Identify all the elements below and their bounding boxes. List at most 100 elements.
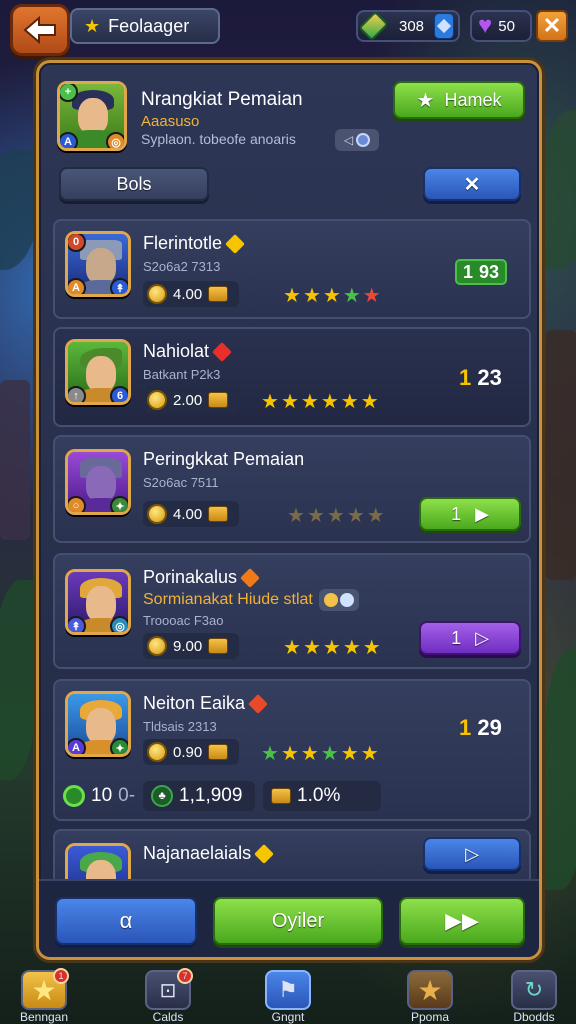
close-icon: ✕ [463,173,481,196]
rank-value: 1 29 [459,715,502,740]
stat-rate: 1.0% [263,781,382,811]
player-profile-header: + A ◎ Nrangkiat Pemaian Aaasuso Syplaon.… [53,79,533,161]
hero-name: Porinakalus [143,567,238,587]
star-rating: ★ ★ ★ ★ ★ ★ [261,743,379,765]
hero-name-row: Nahiolat [143,341,232,362]
coin-icon [147,390,167,410]
notification-badge: 1 [53,968,69,984]
hero-avatar: ○ ✦ [65,449,131,515]
stat-power: ♣ 1,1,909 [143,781,256,811]
list-item[interactable]: ○ ✦ Peringkkat Pemaian S2o6ac 7511 4.00 … [53,435,531,543]
list-item[interactable]: ↟ ◎ Porinakalus Sormianakat Hiude stlat … [53,553,531,669]
hero-name-row: Flerintotle [143,233,245,254]
class-badge: ↟ [68,616,86,632]
add-gold-button[interactable] [434,13,454,39]
coin-icon [147,284,167,304]
nav-item-ppoma[interactable]: ★ Ppoma [400,964,460,1024]
list-item[interactable]: 0 A ↟ Flerintotle S2o6a2 7313 4.00 ★ ★ ★ ★ ★… [53,219,531,319]
star-rating: ★ ★ ★ ★ ★ [283,637,381,659]
star-rating: ★ ★ ★ ★ ★ ★ [261,391,379,413]
challenge-button[interactable]: 1 ▷ [419,621,521,655]
hero-id: S2o6ac 7511 [143,475,219,490]
refresh-icon: ↻ [511,970,557,1010]
coin-icon [147,742,167,762]
screen-title-plate: ★ Feolaager [70,8,220,44]
ruin-stone-decoration [546,330,576,580]
cost-value: 4.00 [173,285,203,303]
star-rating: ★ ★ ★ ★ ★ [283,285,381,307]
chest-icon [208,744,229,760]
gem-currency: ♥ 50 [470,10,532,42]
ruby-gem-icon [248,693,268,714]
hero-name-row: Najanaelaials [143,843,274,864]
hamek-button[interactable]: ★ Hamek [393,81,525,119]
ruby-gem-icon [212,341,232,362]
clear-filter-button[interactable]: ✕ [423,167,521,201]
hero-avatar: 0 A ↟ [65,231,131,297]
gem-amount: 50 [498,17,515,35]
stat-streak: 10 0- [63,781,135,811]
fast-forward-button[interactable]: ▶▶ [399,897,525,945]
purple-heart-gem-icon: ♥ [478,12,493,39]
gold-currency: 308 [356,10,460,42]
hero-cost: 4.00 [143,281,239,307]
emerald-gem-icon [358,10,389,42]
element-badge: ◎ [106,132,124,148]
hero-id: Batkant P2k3 [143,367,221,382]
player-subtitle: Aaasuso [141,113,200,130]
hero-avatar: ↟ ◎ [65,569,131,635]
hero-name-row: Porinakalus [143,567,260,588]
flag-icon: ⚑ [265,970,311,1010]
back-action-button[interactable]: α [55,897,197,945]
play-icon: ▷ [465,843,479,864]
element-badge: ✦ [110,738,128,754]
close-icon: ✕ [542,13,562,38]
cost-value: 2.00 [173,391,203,409]
cost-value: 0.90 [173,743,203,761]
top-bar: ★ Feolaager 308 ♥ 50 ✕ [0,0,576,56]
hero-name: Peringkkat Pemaian [143,449,305,469]
play-icon: ▶ [475,503,489,524]
hero-id: S2o6a2 7313 [143,259,221,274]
stats-summary: 10 0- ♣ 1,1,909 1.0% [63,779,523,813]
player-name: Nrangkiat Pemaian [141,89,303,110]
hamek-label: Hamek [444,89,502,110]
list-item[interactable]: ↑ 6 Nahiolat Batkant P2k3 2.00 ★ ★ ★ ★ ★ ★ 1 … [53,327,531,427]
info-toggle[interactable] [318,589,359,611]
gold-gem-icon [254,843,274,864]
oyiler-button[interactable]: Oyiler [213,897,383,945]
coin-icon [147,636,167,656]
hero-name: Neiton Eaika [143,693,246,713]
nav-item-benngan[interactable]: ★ 1 Benngan [14,964,74,1024]
nav-item-dbodds[interactable]: ↻ Dbodds [504,964,564,1024]
level-badge: + [60,84,78,102]
play-button[interactable]: ▷ [423,837,521,871]
hero-name: Najanaelaials [143,843,252,863]
leaderboard-panel: + A ◎ Nrangkiat Pemaian Aaasuso Syplaon.… [36,60,542,960]
jungle-leaf-decoration [0,580,40,780]
back-arrow-icon [23,15,56,45]
green-ring-icon [63,785,85,807]
gold-gem-icon [323,593,338,607]
player-avatar[interactable]: + A ◎ [57,81,127,151]
amber-gem-icon [240,567,260,588]
hero-cost: 2.00 [143,387,239,413]
challenge-button[interactable]: 1 ▶ [419,497,521,531]
close-button[interactable]: ✕ [536,10,568,42]
jungle-leaf-decoration [0,150,40,270]
chest-icon [208,638,229,654]
back-button[interactable] [10,4,70,56]
hero-name: Nahiolat [143,341,210,361]
filter-button[interactable]: Bols [59,167,209,201]
star-icon: ★ 1 [21,968,69,1010]
star-icon: ★ [416,89,435,112]
nav-item-calds[interactable]: ⊡ 7 Calds [138,964,198,1024]
nav-item-gngnt[interactable]: ⚑ Gngnt [258,964,318,1024]
leaf-icon: ♣ [151,785,174,807]
cost-value: 9.00 [173,637,203,655]
chest-icon [271,788,292,804]
element-badge: 6 [110,386,128,402]
ruin-stone-decoration [0,380,30,540]
bottom-action-bar: α Oyiler ▶▶ [39,879,539,957]
info-toggle[interactable]: ◁ [335,129,379,151]
